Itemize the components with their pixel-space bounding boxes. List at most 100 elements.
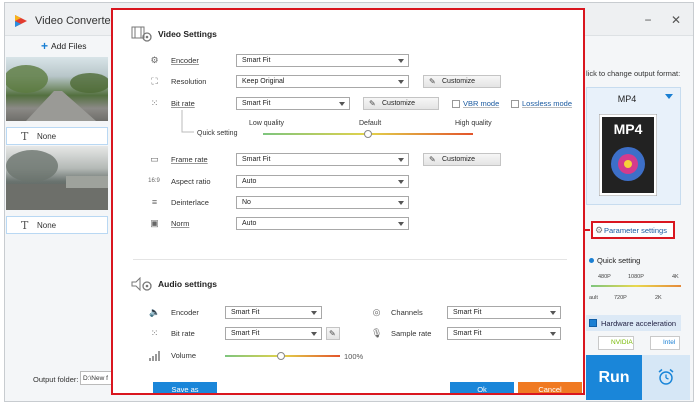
bitrate-customize-button[interactable]: ✎ Customize — [363, 97, 439, 110]
deinterlace-label: Deinterlace — [171, 198, 209, 207]
nvidia-badge: NVIDIA — [598, 336, 634, 350]
run-button[interactable]: Run — [586, 355, 642, 400]
sample-rate-select[interactable]: Smart Fit — [447, 327, 561, 340]
mp4-format-icon: MP4 — [599, 114, 657, 196]
output-format-name: MP4 — [617, 94, 637, 104]
parameter-settings-button[interactable]: ⚙ Parameter settings — [591, 221, 675, 239]
customize-label: Customize — [442, 156, 476, 163]
frame-rate-select[interactable]: Smart Fit — [236, 153, 409, 166]
frame-rate-customize-button[interactable]: ✎ Customize — [423, 153, 501, 166]
audio-bitrate-select[interactable]: Smart Fit — [225, 327, 322, 340]
hardware-acceleration-label: Hardware acceleration — [601, 318, 677, 328]
aspect-ratio-select[interactable]: Auto — [236, 175, 409, 188]
subtitle-value: None — [37, 221, 57, 230]
road-scene-image — [6, 65, 108, 121]
volume-value: 100% — [344, 352, 364, 361]
deinterlace-icon: ≡ — [151, 197, 158, 207]
parameter-settings-label: Parameter settings — [604, 226, 667, 235]
alarm-button[interactable] — [642, 355, 690, 400]
volume-slider-knob[interactable] — [277, 352, 286, 360]
encoder-icon: ⚙ — [150, 55, 159, 65]
street-scene-image — [6, 150, 108, 210]
resolution-slider[interactable] — [591, 285, 681, 287]
pencil-icon: ✎ — [429, 77, 436, 86]
resolution-value: Keep Original — [242, 78, 285, 85]
audio-encoder-value: Smart Fit — [231, 309, 260, 316]
output-format-hint: lick to change output format: — [586, 69, 681, 78]
audio-settings-header: Audio settings — [131, 277, 217, 291]
aspect-ratio-icon: 16:9 — [148, 178, 160, 184]
audio-bitrate-edit-button[interactable]: ✎ — [326, 327, 340, 340]
close-icon[interactable]: ✕ — [669, 13, 683, 27]
gear-icon: ⚙ — [595, 225, 604, 235]
norm-label: Norm — [171, 219, 190, 228]
save-as-button[interactable]: Save as — [153, 382, 217, 393]
customize-label: Customize — [382, 100, 416, 107]
output-format-card[interactable]: MP4 MP4 — [586, 87, 681, 205]
audio-settings-title: Audio settings — [158, 279, 218, 289]
checkbox-icon — [511, 99, 519, 108]
quality-slider-knob[interactable] — [364, 130, 372, 138]
video-thumbnail[interactable] — [6, 146, 108, 210]
encoder-label: Encoder — [171, 56, 199, 65]
pencil-icon: ✎ — [369, 99, 376, 108]
lossless-mode-label: Lossless mode — [522, 99, 573, 108]
encoder-select[interactable]: Smart Fit — [236, 54, 409, 67]
frame-rate-label: Frame rate — [171, 155, 208, 164]
volume-bars-icon — [149, 351, 160, 361]
norm-icon: ▣ — [150, 218, 159, 228]
aspect-ratio-label: Aspect ratio — [171, 177, 211, 186]
deinterlace-value: No — [242, 199, 251, 206]
checkbox-icon — [589, 319, 597, 327]
vbr-mode-checkbox[interactable]: VBR mode — [452, 99, 499, 108]
resolution-tick: 720P — [614, 295, 627, 301]
add-files-label: Add Files — [51, 41, 87, 51]
frame-rate-icon: ▭ — [150, 154, 159, 164]
bitrate-label: Bit rate — [171, 99, 195, 108]
channels-select[interactable]: Smart Fit — [447, 306, 561, 319]
subtitle-value: None — [37, 132, 57, 141]
audio-encoder-label: Encoder — [171, 308, 199, 317]
resolution-tick: 2K — [655, 295, 662, 301]
audio-encoder-select[interactable]: Smart Fit — [225, 306, 322, 319]
video-thumbnail[interactable] — [6, 57, 108, 121]
channels-label: Channels — [391, 308, 423, 317]
section-divider — [133, 259, 567, 260]
bitrate-select[interactable]: Smart Fit — [236, 97, 350, 110]
mp4-icon-text: MP4 — [614, 121, 643, 137]
volume-label: Volume — [171, 351, 197, 360]
chevron-down-icon — [665, 94, 673, 99]
lossless-mode-checkbox[interactable]: Lossless mode — [511, 99, 572, 108]
resolution-select[interactable]: Keep Original — [236, 75, 409, 88]
hardware-acceleration-toggle[interactable]: Hardware acceleration — [586, 315, 681, 331]
cancel-button[interactable]: Cancel — [518, 382, 582, 393]
parameter-settings-dialog: Video Settings ⚙ Encoder Smart Fit ⛶ Res… — [111, 8, 585, 395]
video-settings-title: Video Settings — [158, 29, 217, 39]
high-quality-label: High quality — [455, 120, 492, 127]
sample-rate-value: Smart Fit — [453, 330, 482, 337]
pencil-icon: ✎ — [329, 329, 336, 338]
resolution-label: Resolution — [171, 77, 207, 86]
video-settings-header: Video Settings — [131, 26, 217, 42]
norm-select[interactable]: Auto — [236, 217, 409, 230]
video-settings-icon — [131, 26, 152, 42]
minimize-icon[interactable]: − — [641, 13, 655, 27]
subtitle-row[interactable]: T None — [6, 216, 108, 234]
bitrate-value: Smart Fit — [242, 100, 271, 107]
sample-rate-label: Sample rate — [391, 329, 432, 338]
frame-rate-value: Smart Fit — [242, 156, 271, 163]
output-folder-input[interactable]: D:\New f — [80, 371, 114, 385]
ok-button[interactable]: Ok — [450, 382, 514, 393]
low-quality-label: Low quality — [249, 120, 285, 127]
resolution-customize-button[interactable]: ✎ Customize — [423, 75, 501, 88]
speaker-icon: 🔈 — [149, 307, 161, 317]
deinterlace-select[interactable]: No — [236, 196, 409, 209]
channels-icon: ◎ — [372, 307, 381, 317]
audio-bitrate-icon: ⁙ — [150, 328, 159, 338]
audio-bitrate-label: Bit rate — [171, 329, 195, 338]
quick-setting-label: Quick setting — [597, 256, 641, 265]
add-files-button[interactable]: + Add Files — [41, 40, 87, 52]
app-logo-icon — [15, 15, 27, 27]
text-icon: T — [21, 130, 29, 143]
subtitle-row[interactable]: T None — [6, 127, 108, 145]
